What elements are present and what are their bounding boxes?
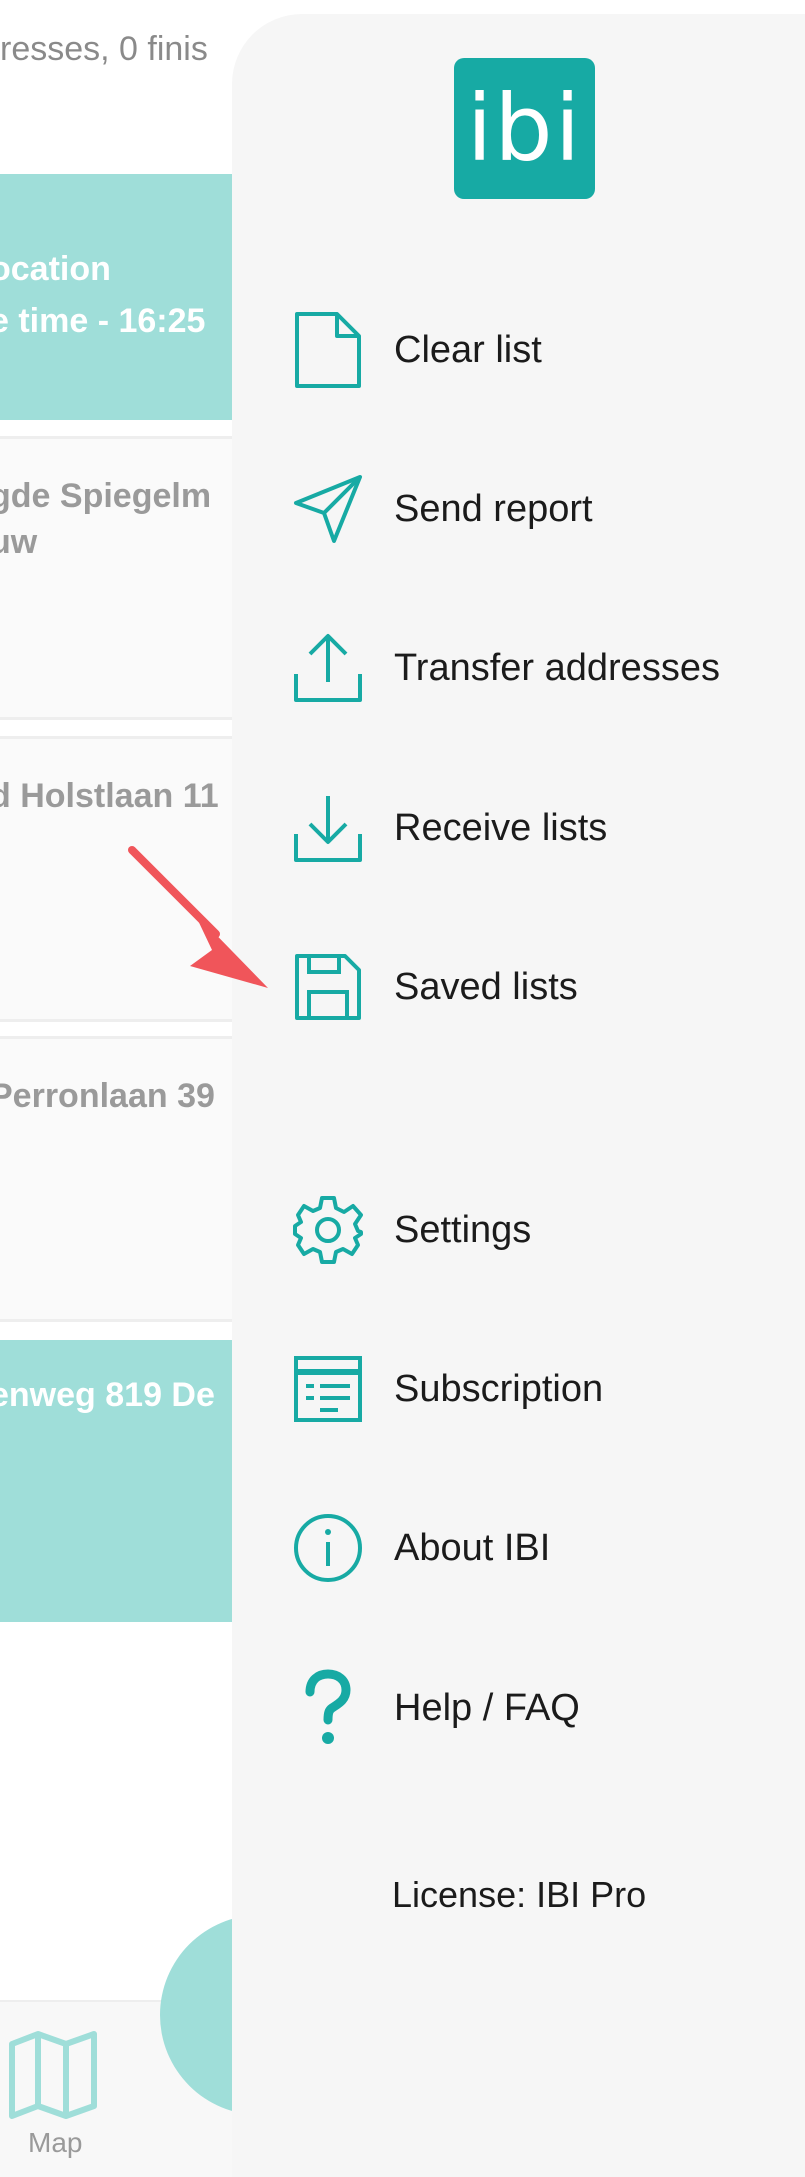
- list-item-line: e time - 16:25: [0, 302, 206, 340]
- menu-item-label: Subscription: [394, 1367, 604, 1410]
- list-item[interactable]: enweg 819 De: [0, 1340, 250, 1622]
- gear-icon: [292, 1190, 364, 1270]
- menu-item-saved-lists[interactable]: Saved lists: [292, 937, 792, 1037]
- menu-item-label: Clear list: [394, 328, 542, 371]
- file-icon: [292, 310, 364, 390]
- license-label: License: IBI Pro: [392, 1874, 647, 1915]
- menu-item-label: Saved lists: [394, 965, 578, 1008]
- menu-item-label: Send report: [394, 487, 593, 530]
- ibi-logo: ibi: [454, 58, 595, 199]
- menu-item-settings[interactable]: Settings: [292, 1180, 792, 1280]
- menu-item-label: Settings: [394, 1208, 532, 1251]
- map-tab-label: Map: [28, 2127, 83, 2158]
- menu-item-label: Receive lists: [394, 806, 608, 849]
- annotation-arrow: [128, 846, 268, 988]
- list-item[interactable]: ocation e time - 16:25: [0, 174, 250, 420]
- menu-item-transfer-addresses[interactable]: Transfer addresses: [292, 618, 792, 718]
- menu-item-label: Help / FAQ: [394, 1686, 580, 1729]
- list-item-line: enweg 819 De: [0, 1376, 215, 1414]
- list-item-line: Perronlaan 39: [0, 1077, 215, 1115]
- map-tab[interactable]: Map: [0, 2025, 110, 2175]
- menu-item-clear-list[interactable]: Clear list: [292, 300, 792, 400]
- question-icon: [292, 1668, 364, 1748]
- menu-item-receive-lists[interactable]: Receive lists: [292, 778, 792, 878]
- list-item[interactable]: gde Spiegelm uw: [0, 436, 250, 720]
- list-item[interactable]: Perronlaan 39: [0, 1036, 250, 1322]
- save-icon: [292, 947, 364, 1027]
- menu-item-subscription[interactable]: Subscription: [292, 1339, 792, 1439]
- upload-icon: [292, 628, 364, 708]
- list-card-icon: [292, 1349, 364, 1429]
- menu-item-send-report[interactable]: Send report: [292, 459, 792, 559]
- list-summary: resses, 0 finis: [0, 30, 208, 68]
- app-screen: resses, 0 finis ocation e time - 16:25 g…: [0, 0, 805, 2177]
- download-icon: [292, 788, 364, 868]
- list-item-line: gde Spiegelm: [0, 477, 212, 515]
- menu-item-label: About IBI: [394, 1526, 551, 1569]
- list-item-line: ocation: [0, 250, 111, 288]
- menu-item-help-faq[interactable]: Help / FAQ: [292, 1658, 792, 1758]
- send-icon: [292, 469, 364, 549]
- menu-item-about-ibi[interactable]: About IBI: [292, 1498, 792, 1598]
- list-item-line: uw: [0, 523, 38, 561]
- map-icon: [9, 2031, 97, 2119]
- info-icon: [292, 1508, 364, 1588]
- list-item-line: d Holstlaan 11: [0, 777, 219, 815]
- menu-item-label: Transfer addresses: [394, 646, 720, 689]
- navigation-drawer: ibi Clear list Send report Transfer addr…: [232, 14, 805, 2177]
